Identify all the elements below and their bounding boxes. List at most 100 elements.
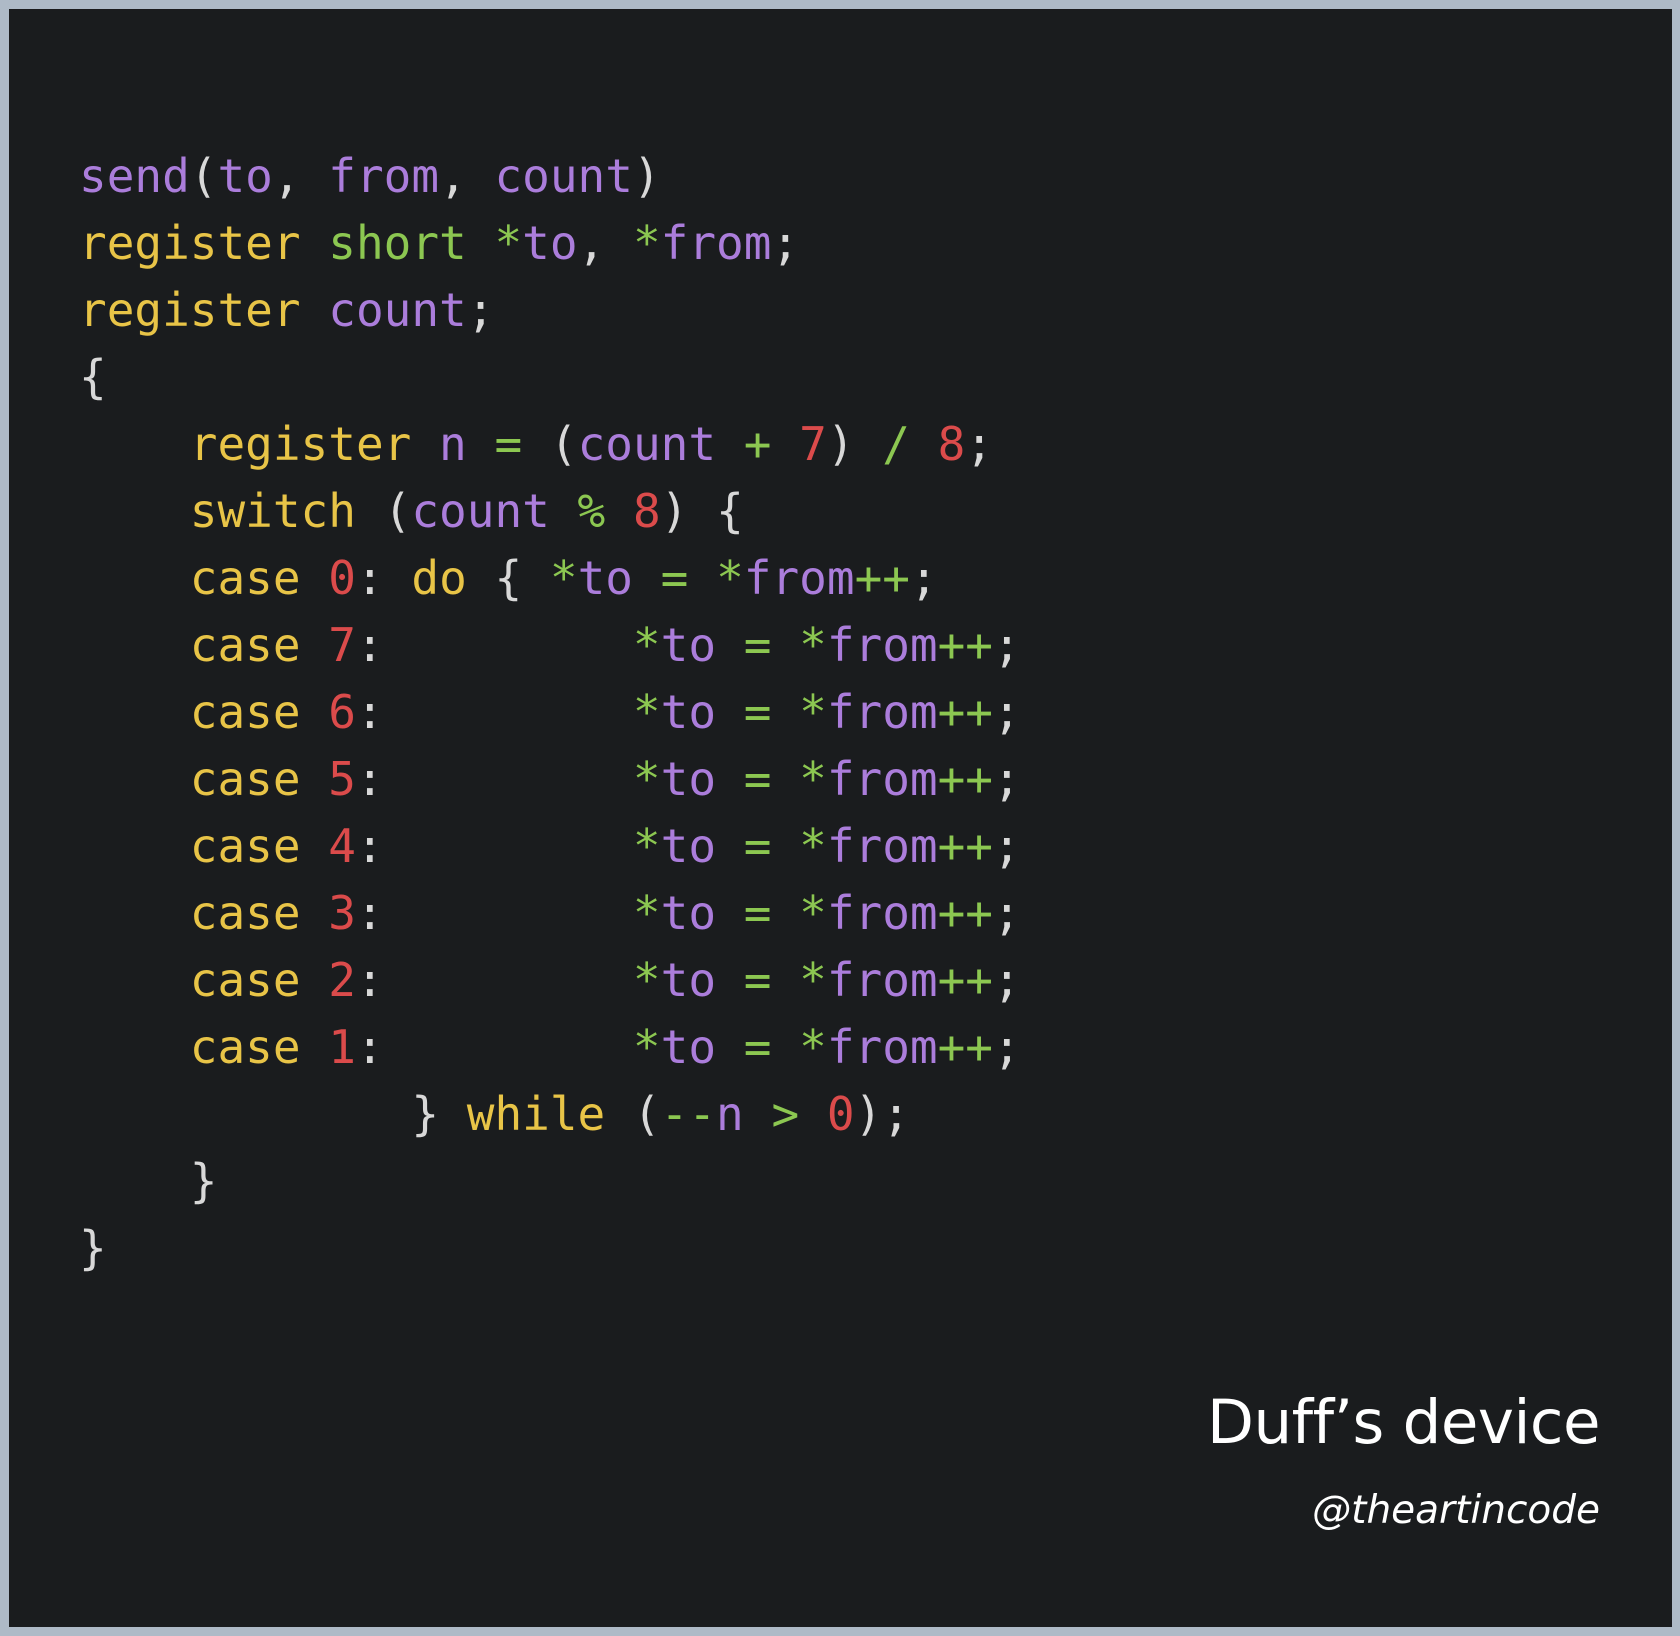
code-token: *: [549, 551, 578, 605]
code-token: register: [79, 216, 301, 270]
code-token: register: [79, 283, 301, 337]
code-token: ;: [882, 1087, 910, 1141]
code-token: case: [189, 685, 301, 739]
code-token: n: [439, 417, 467, 471]
code-token: short: [328, 216, 467, 270]
code-token: ++: [937, 752, 993, 806]
code-line: {: [79, 344, 1021, 411]
code-token: to: [217, 149, 273, 203]
code-line: }: [79, 1215, 1021, 1282]
code-token: to: [660, 752, 717, 806]
code-token: ;: [965, 417, 994, 471]
code-token: send: [79, 149, 190, 203]
code-token: from: [826, 953, 938, 1007]
code-token: *: [716, 551, 744, 605]
code-token: ;: [466, 283, 495, 337]
code-token: ;: [993, 685, 1021, 739]
code-token: count: [328, 283, 467, 337]
code-token: from: [826, 752, 938, 806]
code-token: ++: [937, 819, 993, 873]
code-token: *: [799, 886, 827, 940]
code-token: >: [771, 1087, 800, 1141]
code-token: from: [826, 618, 938, 672]
code-token: ++: [937, 886, 993, 940]
code-token: *: [799, 953, 827, 1007]
code-token: %: [577, 484, 606, 538]
code-token: n: [716, 1087, 744, 1141]
code-line: case 4: *to = *from++;: [79, 813, 1021, 880]
code-token: case: [189, 618, 301, 672]
code-token: =: [494, 417, 523, 471]
code-token: case: [189, 1020, 301, 1074]
code-token: register: [189, 417, 412, 471]
code-token: from: [743, 551, 855, 605]
code-token: 2: [328, 953, 356, 1007]
code-token: ,: [272, 149, 301, 203]
code-token: =: [743, 953, 772, 1007]
code-token: *: [632, 819, 661, 873]
code-token: from: [826, 886, 938, 940]
caption-handle: @theartincode: [1312, 1488, 1600, 1533]
code-line: case 5: *to = *from++;: [79, 746, 1021, 813]
code-token: *: [632, 1020, 661, 1074]
code-token: 1: [328, 1020, 356, 1074]
code-token: *: [799, 819, 827, 873]
code-line: register n = (count + 7) / 8;: [79, 411, 1021, 478]
code-token: ;: [993, 618, 1021, 672]
code-token: count: [494, 149, 633, 203]
code-token: :: [355, 551, 384, 605]
code-line: }: [79, 1148, 1021, 1215]
code-token: ): [660, 484, 689, 538]
code-token: *: [632, 953, 661, 1007]
code-token: case: [189, 886, 301, 940]
code-token: =: [743, 752, 772, 806]
code-token: ): [632, 149, 661, 203]
code-token: ,: [439, 149, 467, 203]
code-line: case 6: *to = *from++;: [79, 679, 1021, 746]
code-token: }: [189, 1154, 218, 1208]
code-token: *: [632, 752, 661, 806]
code-token: 8: [937, 417, 966, 471]
code-token: }: [411, 1087, 440, 1141]
code-line: case 2: *to = *from++;: [79, 947, 1021, 1014]
code-line: case 7: *to = *from++;: [79, 612, 1021, 679]
code-token: *: [799, 752, 827, 806]
code-token: =: [743, 1020, 772, 1074]
code-token: :: [355, 685, 384, 739]
caption-title: Duff’s device: [1206, 1387, 1601, 1458]
code-card: send(to, from, count) register short *to,…: [9, 9, 1672, 1627]
code-line: case 1: *to = *from++;: [79, 1014, 1021, 1081]
code-token: (: [632, 1087, 661, 1141]
code-token: *: [494, 216, 523, 270]
code-token: 4: [328, 819, 356, 873]
code-token: 5: [328, 752, 356, 806]
code-line: switch (count % 8) {: [79, 478, 1021, 545]
code-token: to: [660, 1020, 717, 1074]
code-token: ;: [993, 953, 1021, 1007]
